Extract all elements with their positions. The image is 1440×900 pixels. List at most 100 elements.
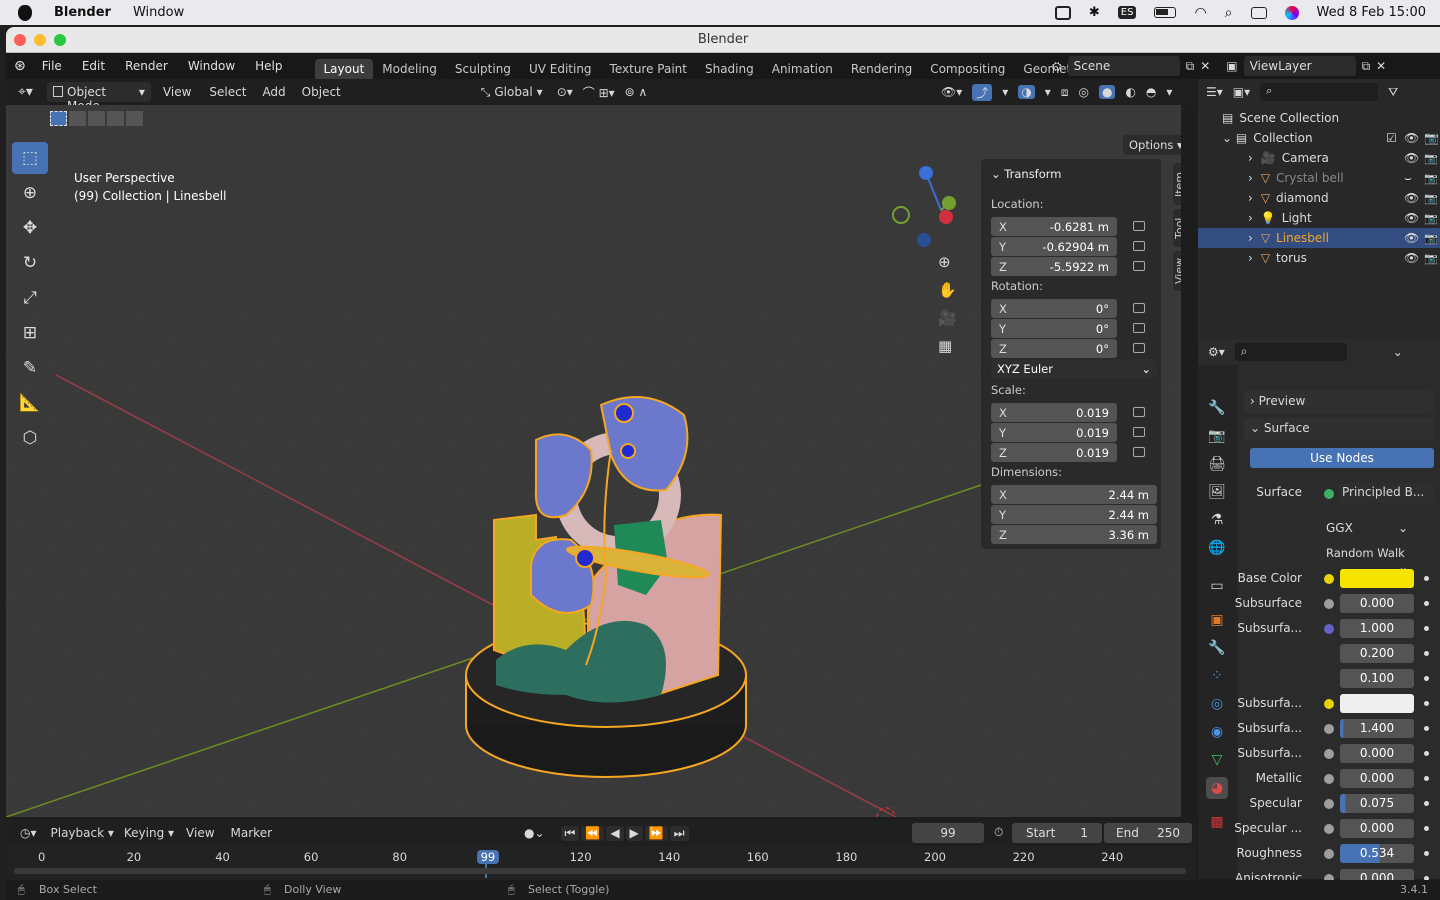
screen-share-icon[interactable] xyxy=(1054,5,1071,20)
eye-icon[interactable]: 👁 xyxy=(1404,251,1419,265)
view-layer-selector[interactable]: ViewLayer xyxy=(1243,56,1356,76)
control-center-icon[interactable] xyxy=(1250,6,1267,19)
scale-tool-icon[interactable]: ⤢ xyxy=(12,282,48,314)
workspace-tab-8[interactable]: Compositing xyxy=(921,59,1014,79)
select-subtract-icon[interactable] xyxy=(88,111,105,126)
collection-tab-icon[interactable]: ▭ xyxy=(1206,575,1228,597)
rotation-y-field[interactable]: Y 0° xyxy=(991,319,1117,338)
cursor-tool-icon[interactable]: ⊕ xyxy=(12,177,48,209)
marker-menu[interactable]: Marker xyxy=(231,826,272,840)
keyframe-dot-icon[interactable] xyxy=(1424,801,1429,806)
location-y-field[interactable]: Y -0.62904 m xyxy=(991,237,1117,256)
proportional-edit-icon[interactable]: ⊚ ∧ xyxy=(625,85,648,99)
property-field[interactable]: 0.000 xyxy=(1340,819,1414,838)
render-icon[interactable]: 📷 xyxy=(1424,152,1438,165)
scale-y-field[interactable]: Y 0.019 xyxy=(991,423,1117,442)
menu-help[interactable]: Help xyxy=(245,59,292,73)
gizmo-icon[interactable]: ⤴ xyxy=(972,83,993,101)
select-extend-icon[interactable] xyxy=(69,111,86,126)
location-z-field[interactable]: Z -5.5922 m xyxy=(991,257,1117,276)
eye-icon[interactable]: 👁 xyxy=(1404,151,1419,165)
outliner-search[interactable]: ⌕ xyxy=(1260,83,1379,101)
render-icon[interactable]: 📷 xyxy=(1424,172,1438,185)
start-frame-field[interactable]: Start 1 xyxy=(1012,823,1102,843)
mac-app-name[interactable]: Blender xyxy=(54,5,111,20)
keyframe-dot-icon[interactable] xyxy=(1424,576,1429,581)
property-field[interactable]: 0.100 xyxy=(1340,669,1414,688)
collection-row[interactable]: ⌄ ▤ Collection ☑ 👁 📷 xyxy=(1198,128,1440,148)
end-frame-field[interactable]: End 250 xyxy=(1104,823,1192,843)
tab-tool[interactable]: Tool xyxy=(1173,209,1181,247)
siri-icon[interactable] xyxy=(1284,5,1299,20)
render-icon[interactable]: 📷 xyxy=(1424,232,1438,245)
scale-x-field[interactable]: X 0.019 xyxy=(991,403,1117,422)
keyframe-dot-icon[interactable] xyxy=(1424,601,1429,606)
property-field[interactable]: 1.000 xyxy=(1340,619,1414,638)
keyframe-dot-icon[interactable] xyxy=(1424,676,1429,681)
socket-icon[interactable] xyxy=(1324,699,1334,709)
rotate-tool-icon[interactable]: ↻ xyxy=(12,247,48,279)
render-icon[interactable]: 📷 xyxy=(1424,212,1438,225)
viewport-menu-add[interactable]: Add xyxy=(262,85,285,99)
wireframe-shading-icon[interactable]: ◎ xyxy=(1078,85,1088,99)
wifi-icon[interactable]: ◠ xyxy=(1194,5,1206,21)
delete-view-layer-icon[interactable]: ✕ xyxy=(1376,59,1386,73)
socket-icon[interactable] xyxy=(1324,749,1334,759)
particles-tab-icon[interactable]: ⁘ xyxy=(1206,665,1228,687)
dimensions-y-field[interactable]: Y 2.44 m xyxy=(991,505,1157,524)
property-field[interactable]: 0.534 xyxy=(1340,844,1414,863)
tab-item[interactable]: Item xyxy=(1173,163,1181,205)
visibility-icon[interactable]: 👁▾ xyxy=(941,85,962,99)
eye-icon[interactable]: 👁 xyxy=(1404,191,1419,205)
select-intersect-icon[interactable] xyxy=(126,111,143,126)
workspace-tab-0[interactable]: Layout xyxy=(314,59,374,79)
socket-icon[interactable] xyxy=(1324,624,1334,634)
lock-icon[interactable] xyxy=(1133,407,1145,417)
scale-z-field[interactable]: Z 0.019 xyxy=(991,443,1117,462)
output-tab-icon[interactable]: 🖨 xyxy=(1206,453,1228,475)
close-window-button[interactable] xyxy=(14,34,26,46)
keyframe-dot-icon[interactable] xyxy=(1424,826,1429,831)
editor-type-icon[interactable]: ⌖▾ xyxy=(18,84,33,100)
solid-shading-icon[interactable]: ● xyxy=(1098,85,1116,99)
keyframe-dot-icon[interactable] xyxy=(1424,751,1429,756)
eye-icon[interactable]: ⌣ xyxy=(1404,171,1412,186)
spotlight-icon[interactable]: ⌕ xyxy=(1225,5,1233,21)
expand-chevron-icon[interactable]: › xyxy=(1248,171,1253,185)
socket-icon[interactable] xyxy=(1324,774,1334,784)
socket-icon[interactable] xyxy=(1324,574,1334,584)
render-icon[interactable]: 📷 xyxy=(1424,252,1438,265)
expand-chevron-icon[interactable]: › xyxy=(1248,191,1253,205)
view-layer-tab-icon[interactable]: 🖼 xyxy=(1206,481,1228,503)
socket-icon[interactable] xyxy=(1324,724,1334,734)
zoom-icon[interactable]: ⊕ xyxy=(938,253,957,271)
properties-search[interactable]: ⌕ xyxy=(1234,343,1347,361)
chevron-down-icon[interactable]: ⌄ xyxy=(1393,345,1403,359)
snap-icon[interactable]: ⌒ ⊞▾ xyxy=(583,84,615,101)
properties-type-icon[interactable]: ⚙▾ xyxy=(1208,345,1225,359)
pivot-icon[interactable]: ⊙▾ xyxy=(557,85,573,99)
lock-icon[interactable] xyxy=(1133,447,1145,457)
surface-shader-select[interactable]: Principled B... xyxy=(1338,483,1434,503)
object-tab-icon[interactable]: ▣ xyxy=(1206,609,1228,631)
property-field[interactable]: 0.000 xyxy=(1340,744,1414,763)
input-source[interactable]: ES xyxy=(1117,6,1137,19)
preview-panel-header[interactable]: › Preview xyxy=(1244,391,1434,413)
property-field[interactable]: 0.000 xyxy=(1340,769,1414,788)
viewport-menu-object[interactable]: Object xyxy=(302,85,341,99)
select-new-icon[interactable] xyxy=(50,111,67,126)
viewport-menu-view[interactable]: View xyxy=(163,85,191,99)
menu-window[interactable]: Window xyxy=(178,59,245,73)
surface-panel-header[interactable]: ⌄ Surface xyxy=(1244,418,1434,440)
keyframe-dot-icon[interactable] xyxy=(1424,726,1429,731)
rotation-z-field[interactable]: Z 0° xyxy=(991,339,1117,358)
transform-orientation[interactable]: ⤡ Global ▾ xyxy=(481,85,543,100)
current-frame-field[interactable]: 99 xyxy=(912,823,984,843)
distribution-select[interactable]: GGX ⌄ xyxy=(1320,519,1414,538)
options-dropdown[interactable]: Options ▾ xyxy=(1123,135,1181,155)
jump-keyframe-back-icon[interactable]: ⏪ xyxy=(581,825,605,841)
view-layer-icon[interactable]: ▣ xyxy=(1226,59,1237,73)
material-shading-icon[interactable]: ◐ xyxy=(1125,85,1135,99)
tool-tab-icon[interactable]: 🔧 xyxy=(1206,397,1228,419)
clock[interactable]: Wed 8 Feb 15:00 xyxy=(1317,5,1427,20)
